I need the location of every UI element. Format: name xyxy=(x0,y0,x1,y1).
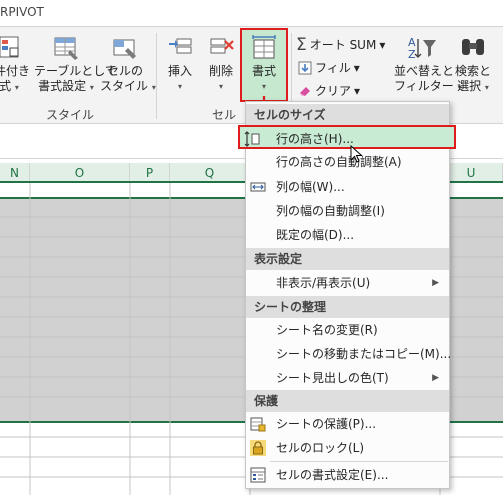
clear-button[interactable]: クリア ▾ xyxy=(298,82,360,99)
chevron-down-icon: ▾ xyxy=(14,83,19,92)
cells-group-label: セル xyxy=(212,108,237,122)
sigma-icon: Σ xyxy=(296,34,307,55)
cell-styles-icon xyxy=(113,39,136,59)
menu-item-row-height[interactable]: 行の高さ(H)... xyxy=(238,125,456,149)
mouse-cursor-icon xyxy=(350,145,363,163)
chevron-down-icon: ▾ xyxy=(484,83,489,92)
group-divider xyxy=(156,33,157,119)
eraser-icon xyxy=(300,86,310,96)
menu-item-rename-sheet[interactable]: シート名の変更(R) xyxy=(246,318,449,342)
sort-filter-button[interactable]: A Z 並べ替えと フィルター ▾ xyxy=(394,35,462,95)
tab-label[interactable]: RPIVOT xyxy=(0,5,44,19)
protect-sheet-icon xyxy=(250,417,266,432)
chevron-down-icon: ▾ xyxy=(177,82,182,91)
insert-cells-icon xyxy=(169,38,192,54)
menu-item-tab-color[interactable]: シート見出しの色(T) ▶ xyxy=(246,366,449,390)
chevron-down-icon: ▾ xyxy=(89,83,94,92)
conditional-format-icon xyxy=(0,36,19,58)
format-cells-icon xyxy=(252,35,276,59)
format-dropdown-menu: セルのサイズ 行の高さ(H)... 行の高さの自動調整(A) 列の幅(W)...… xyxy=(238,101,456,489)
chevron-down-icon: ▾ xyxy=(218,82,223,91)
section-protection: 保護 xyxy=(246,390,449,412)
styles-group-label: スタイル xyxy=(46,108,95,122)
menu-separator xyxy=(270,461,448,462)
menu-item-move-copy-sheet[interactable]: シートの移動またはコピー(M)... xyxy=(246,342,451,366)
menu-item-default-width[interactable]: 既定の幅(D)... xyxy=(246,223,449,247)
format-cells-dialog-icon xyxy=(250,467,266,483)
menu-item-hide-unhide[interactable]: 非表示/再表示(U) ▶ xyxy=(246,271,449,295)
menu-item-lock-cell[interactable]: セルのロック(L) xyxy=(246,436,449,460)
column-header[interactable]: P xyxy=(130,163,170,183)
chevron-down-icon: ▾ xyxy=(353,60,360,75)
conditional-format-button[interactable]: 件付き 式 ▾ xyxy=(0,35,30,95)
format-as-table-button[interactable]: テーブルとして 書式設定 ▾ xyxy=(34,35,117,95)
binoculars-icon xyxy=(462,39,484,55)
chevron-down-icon: ▾ xyxy=(354,83,361,98)
column-header[interactable]: O xyxy=(30,163,130,183)
column-header[interactable]: Q xyxy=(170,163,250,183)
chevron-down-icon: ▾ xyxy=(379,37,386,52)
lock-icon xyxy=(250,440,266,456)
fill-down-icon xyxy=(298,61,312,74)
column-width-icon xyxy=(250,182,266,192)
autosum-button[interactable]: Σ オート SUM ▾ xyxy=(296,36,385,53)
tab-strip: RPIVOT xyxy=(0,0,503,26)
section-visibility: 表示設定 xyxy=(246,248,449,270)
menu-item-protect-sheet[interactable]: シートの保護(P)... xyxy=(246,412,449,436)
cell-styles-button[interactable]: セルの スタイル ▾ xyxy=(100,35,156,95)
fill-button[interactable]: フィル ▾ xyxy=(298,59,360,76)
format-button[interactable]: 書式 ▾ xyxy=(240,28,288,102)
delete-button[interactable]: 削除 ▾ xyxy=(203,35,239,94)
find-select-button[interactable]: 検索と 選択 ▾ xyxy=(452,35,494,95)
submenu-arrow-icon: ▶ xyxy=(432,278,439,288)
column-header[interactable]: N xyxy=(0,163,30,183)
row-height-icon xyxy=(244,131,260,147)
delete-cells-icon xyxy=(210,38,234,54)
menu-item-autofit-column-width[interactable]: 列の幅の自動調整(I) xyxy=(246,199,449,223)
submenu-arrow-icon: ▶ xyxy=(432,373,439,383)
section-organize-sheets: シートの整理 xyxy=(246,296,449,318)
menu-item-column-width[interactable]: 列の幅(W)... xyxy=(246,175,449,199)
section-cell-size: セルのサイズ xyxy=(246,104,449,126)
excel-window: RPIVOT 件付き 式 ▾ テーブルとして 書式設定 ▾ セルの スタイル ▾… xyxy=(0,0,503,495)
menu-item-autofit-row-height[interactable]: 行の高さの自動調整(A) xyxy=(246,150,449,174)
insert-button[interactable]: 挿入 ▾ xyxy=(162,35,198,94)
menu-item-format-cells[interactable]: セルの書式設定(E)... xyxy=(246,463,449,487)
chevron-down-icon: ▾ xyxy=(261,82,266,91)
sort-filter-icon: A Z xyxy=(408,36,436,61)
table-format-icon xyxy=(54,37,78,60)
